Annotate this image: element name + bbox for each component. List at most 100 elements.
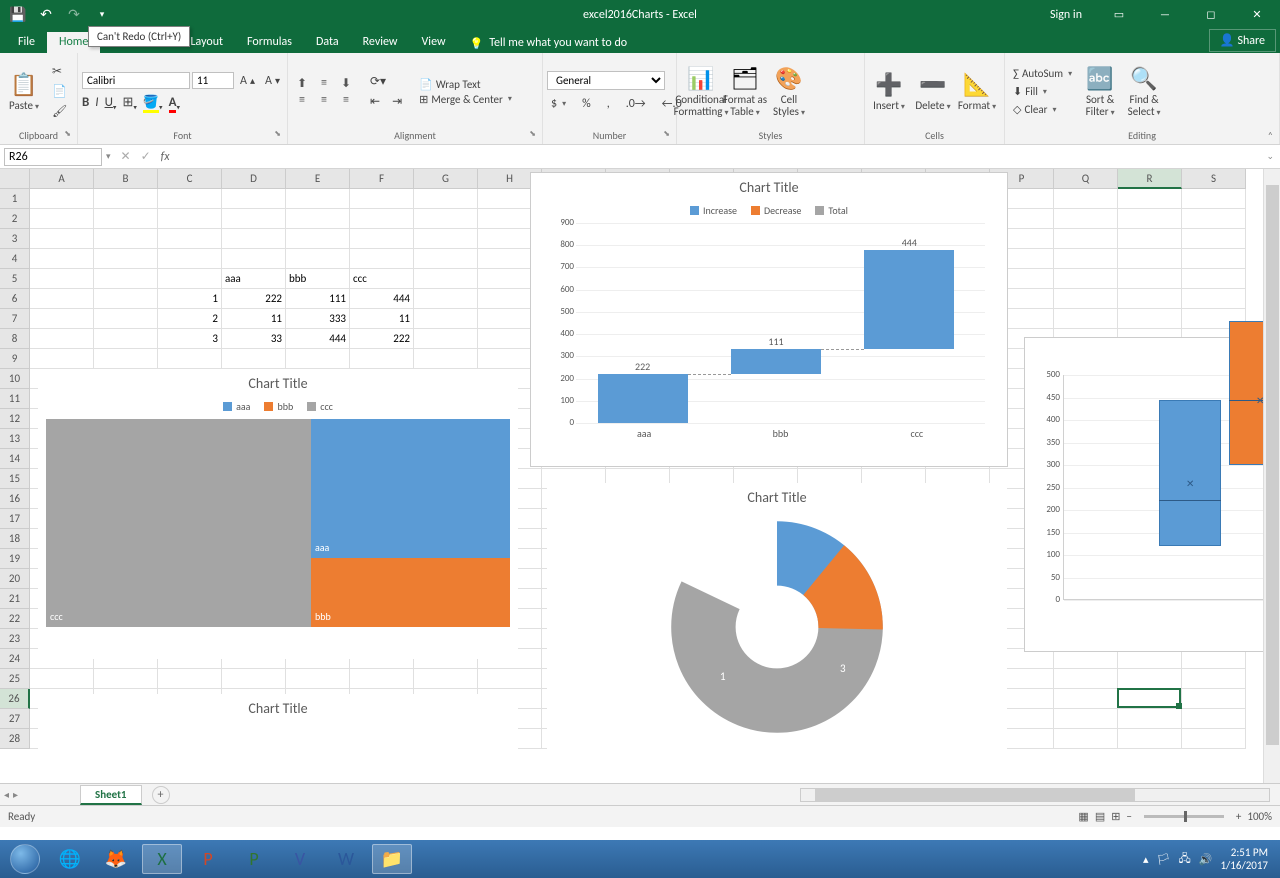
row-header[interactable]: 11 xyxy=(0,389,30,409)
row-header[interactable]: 20 xyxy=(0,569,30,589)
fx-icon[interactable]: fx xyxy=(161,150,170,164)
delete-cells-button[interactable]: ➖Delete xyxy=(913,69,953,114)
treemap-chart[interactable]: Chart Title aaa bbb ccc ccc aaa bbb xyxy=(38,369,518,659)
conditional-formatting-button[interactable]: 📊Conditional Formatting xyxy=(681,63,721,120)
expand-formula-bar-icon[interactable]: ⌄ xyxy=(1260,151,1280,162)
format-cells-button[interactable]: 📐Format xyxy=(957,69,997,114)
align-right-icon[interactable]: ≡ xyxy=(336,93,356,107)
cell[interactable]: 11 xyxy=(350,309,414,329)
cell[interactable] xyxy=(30,229,94,249)
number-format-select[interactable]: General xyxy=(547,71,665,90)
cell[interactable] xyxy=(1182,729,1246,749)
cell[interactable] xyxy=(1118,189,1182,209)
row-header[interactable]: 1 xyxy=(0,189,30,209)
cell[interactable] xyxy=(286,349,350,369)
cell[interactable] xyxy=(1118,689,1182,709)
firefox-icon[interactable]: 🦊 xyxy=(96,844,136,874)
border-icon[interactable]: ⊞▾ xyxy=(122,95,136,112)
explorer-icon[interactable]: 📁 xyxy=(372,844,412,874)
cell[interactable] xyxy=(222,229,286,249)
cell[interactable] xyxy=(1054,729,1118,749)
cell[interactable] xyxy=(350,349,414,369)
cell[interactable] xyxy=(350,249,414,269)
tab-review[interactable]: Review xyxy=(351,32,410,53)
cancel-formula-icon[interactable]: ✕ xyxy=(121,149,131,164)
tray-network-icon[interactable]: 🖧 xyxy=(1179,850,1191,869)
cell[interactable] xyxy=(94,249,158,269)
cell[interactable] xyxy=(1054,689,1118,709)
select-all-corner[interactable] xyxy=(0,169,30,189)
cell[interactable] xyxy=(94,269,158,289)
cell[interactable] xyxy=(286,189,350,209)
cell[interactable] xyxy=(286,209,350,229)
cell[interactable] xyxy=(94,329,158,349)
increase-decimal-icon[interactable]: .0→ xyxy=(622,95,650,113)
cell[interactable] xyxy=(1054,249,1118,269)
cell[interactable] xyxy=(94,209,158,229)
tab-data[interactable]: Data xyxy=(304,32,351,53)
word-icon[interactable]: W xyxy=(326,844,366,874)
row-header[interactable]: 22 xyxy=(0,609,30,629)
share-button[interactable]: 👤 Share xyxy=(1209,29,1276,52)
cell-styles-button[interactable]: 🎨Cell Styles xyxy=(769,63,809,120)
row-header[interactable]: 17 xyxy=(0,509,30,529)
save-icon[interactable]: 💾 xyxy=(8,5,28,25)
cell[interactable] xyxy=(350,229,414,249)
clear-button[interactable]: ◇ Clear xyxy=(1009,101,1076,118)
cell[interactable] xyxy=(1054,669,1118,689)
zoom-in-icon[interactable]: + xyxy=(1236,810,1241,823)
row-header[interactable]: 6 xyxy=(0,289,30,309)
cell[interactable] xyxy=(30,289,94,309)
cell[interactable] xyxy=(30,669,94,689)
cell[interactable] xyxy=(1054,189,1118,209)
column-header[interactable]: C xyxy=(158,169,222,189)
tray-flag-icon[interactable]: 🏳 xyxy=(1157,853,1171,866)
shrink-font-icon[interactable]: A▾ xyxy=(261,72,284,90)
cell[interactable] xyxy=(158,229,222,249)
undo-icon[interactable]: ↶ xyxy=(36,5,56,25)
cell[interactable] xyxy=(1054,269,1118,289)
cell[interactable] xyxy=(222,209,286,229)
row-header[interactable]: 21 xyxy=(0,589,30,609)
wrap-text-button[interactable]: 📄 Wrap Text xyxy=(416,77,515,92)
cell[interactable] xyxy=(158,669,222,689)
row-header[interactable]: 19 xyxy=(0,549,30,569)
cell[interactable] xyxy=(94,349,158,369)
tell-me-search[interactable]: Tell me what you want to do xyxy=(458,33,640,53)
cell[interactable]: 1 xyxy=(158,289,222,309)
cell[interactable] xyxy=(94,189,158,209)
row-header[interactable]: 10 xyxy=(0,369,30,389)
enter-formula-icon[interactable]: ✓ xyxy=(141,149,151,164)
cell[interactable]: 33 xyxy=(222,329,286,349)
formula-input[interactable] xyxy=(180,150,1261,164)
cell[interactable]: ccc xyxy=(350,269,414,289)
fill-button[interactable]: ⬇ Fill xyxy=(1009,83,1076,100)
cell[interactable] xyxy=(1054,649,1118,669)
cell[interactable] xyxy=(1182,689,1246,709)
cell[interactable] xyxy=(1182,249,1246,269)
cell[interactable] xyxy=(94,289,158,309)
font-name-select[interactable] xyxy=(82,72,190,89)
cell[interactable] xyxy=(414,189,478,209)
accounting-format-icon[interactable]: $ xyxy=(547,95,570,113)
page-break-view-icon[interactable]: ⊞ xyxy=(1111,810,1120,823)
cell[interactable] xyxy=(414,349,478,369)
cell[interactable] xyxy=(414,309,478,329)
cell[interactable] xyxy=(30,209,94,229)
cell[interactable] xyxy=(1182,669,1246,689)
align-middle-icon[interactable]: ≡ xyxy=(314,76,334,91)
cell[interactable] xyxy=(414,329,478,349)
cell[interactable]: 444 xyxy=(286,329,350,349)
cell[interactable] xyxy=(1182,709,1246,729)
cell[interactable] xyxy=(350,209,414,229)
page-layout-view-icon[interactable]: ▤ xyxy=(1095,810,1105,823)
cell[interactable] xyxy=(1182,289,1246,309)
cell[interactable]: 111 xyxy=(286,289,350,309)
sort-filter-button[interactable]: 🔤Sort & Filter xyxy=(1080,63,1120,120)
cell[interactable] xyxy=(94,669,158,689)
row-header[interactable]: 27 xyxy=(0,709,30,729)
row-header[interactable]: 16 xyxy=(0,489,30,509)
cell[interactable] xyxy=(1118,289,1182,309)
font-color-icon[interactable]: A▾ xyxy=(169,95,180,112)
project-icon[interactable]: P xyxy=(234,844,274,874)
